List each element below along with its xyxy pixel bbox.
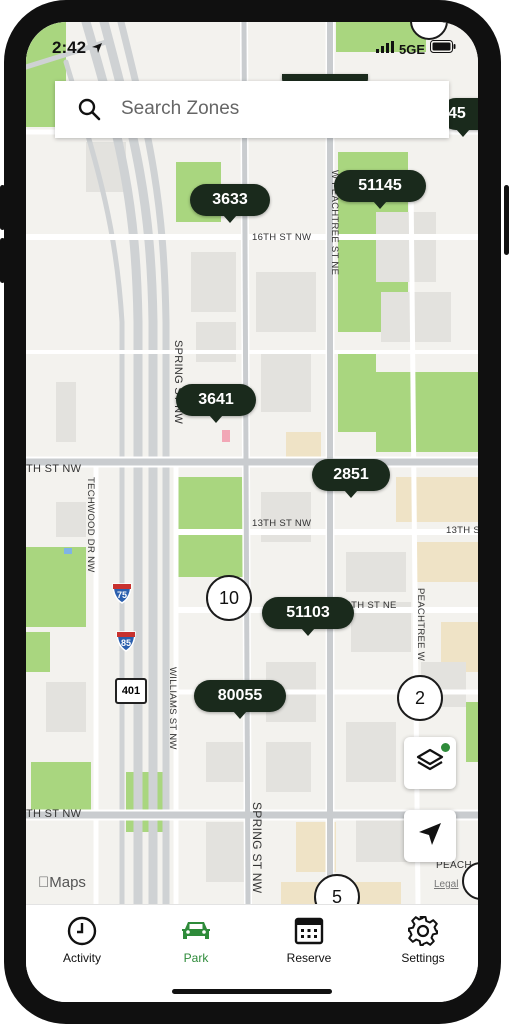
- status-time: 2:42: [52, 38, 103, 59]
- apple-maps-logo: Maps: [38, 874, 86, 891]
- layers-icon: [415, 746, 445, 781]
- interstate-75-shield: 75: [111, 582, 133, 604]
- gear-icon: [373, 915, 473, 947]
- zone-pin[interactable]: 51145: [334, 170, 426, 209]
- legal-link[interactable]: Legal: [434, 879, 458, 890]
- layers-active-dot: [441, 743, 450, 752]
- clock-icon: [32, 915, 132, 947]
- zone-cluster[interactable]: 10: [206, 575, 252, 621]
- tab-label: Settings: [401, 951, 445, 965]
- battery-icon: [430, 40, 456, 58]
- zone-pin[interactable]: 2851: [312, 459, 390, 498]
- street-label: TH ST NW: [26, 808, 82, 820]
- street-label: 13TH ST: [446, 525, 478, 536]
- us-route-401-shield: 401: [115, 678, 147, 704]
- street-label: PEACHTREE W: [415, 588, 426, 661]
- side-button: [0, 185, 5, 230]
- interstate-85-shield: 85: [115, 630, 137, 652]
- tab-label: Activity: [62, 951, 101, 965]
- zone-pin[interactable]: 80055: [194, 680, 286, 719]
- signal-icon: [375, 40, 394, 58]
- apple-icon: : [38, 874, 49, 891]
- zone-pin[interactable]: 51103: [262, 597, 354, 636]
- tab-reserve[interactable]: Reserve: [259, 915, 359, 965]
- street-label: 13TH ST NW: [252, 518, 312, 529]
- app-screen: 16TH ST NW TH ST NW 13TH ST NW 13TH ST 1…: [26, 22, 478, 1002]
- location-services-icon: [91, 39, 103, 59]
- network-type: 5GE: [398, 41, 425, 57]
- side-button: [0, 238, 5, 283]
- current-location-button[interactable]: [404, 810, 456, 862]
- status-indicators: 5GE: [375, 40, 456, 58]
- calendar-icon: [259, 915, 359, 947]
- map-view[interactable]: 16TH ST NW TH ST NW 13TH ST NW 13TH ST 1…: [26, 22, 478, 920]
- search-icon: [77, 97, 101, 126]
- map-layers-button[interactable]: [404, 737, 456, 789]
- tab-settings[interactable]: Settings: [373, 915, 473, 965]
- street-label: WILLIAMS ST NW: [167, 667, 178, 750]
- search-zones-input[interactable]: Search Zones: [55, 81, 449, 138]
- zone-pin[interactable]: 3641: [176, 384, 256, 423]
- street-label: 16TH ST NW: [252, 232, 312, 243]
- zone-pin[interactable]: 3633: [190, 184, 270, 223]
- tab-label: Park: [183, 951, 209, 965]
- tab-park[interactable]: Park: [146, 915, 246, 965]
- zone-cluster[interactable]: 2: [397, 675, 443, 721]
- tab-activity[interactable]: Activity: [32, 915, 132, 965]
- tab-label: Reserve: [286, 951, 332, 965]
- status-bar: 2:42 5GE: [26, 22, 478, 74]
- power-button: [504, 185, 509, 255]
- bottom-tab-bar: Activity Park Reserve Settings: [26, 904, 478, 1002]
- street-label: SPRING ST NW: [250, 802, 264, 894]
- street-label: TH ST NW: [26, 463, 82, 475]
- home-indicator: [172, 989, 332, 994]
- search-placeholder: Search Zones: [121, 98, 240, 119]
- street-label: TECHWOOD DR NW: [85, 477, 96, 573]
- car-icon: [146, 915, 246, 947]
- location-arrow-icon: [416, 820, 444, 853]
